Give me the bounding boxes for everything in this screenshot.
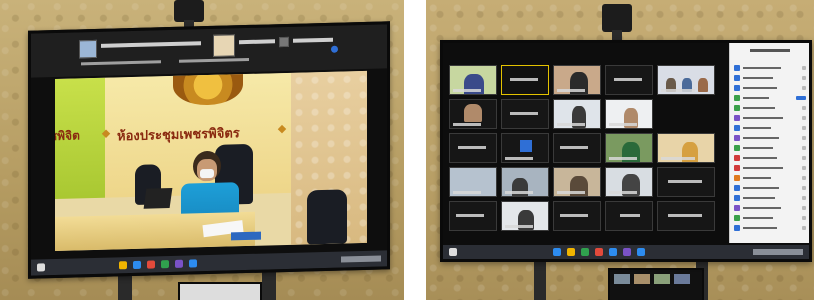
participant-tile[interactable]	[501, 167, 549, 197]
app-icon[interactable]	[567, 248, 575, 256]
participant-tile[interactable]	[553, 167, 601, 197]
participant-tile[interactable]	[501, 99, 549, 129]
laptop	[143, 187, 173, 209]
participant-thumbnail[interactable]	[279, 36, 289, 48]
participant-tile[interactable]	[553, 201, 601, 231]
name-label	[239, 39, 275, 45]
wall-text-partial: ชพิจิต	[55, 128, 80, 144]
app-icon[interactable]	[637, 248, 645, 256]
right-photo	[426, 0, 814, 300]
webcam	[602, 4, 632, 32]
system-tray	[341, 255, 381, 263]
monitor: ห้องประชุมเพชรพิจิตร ชพิจิต	[28, 21, 390, 279]
participant-thumbnail[interactable]	[213, 34, 235, 57]
participant-tile[interactable]	[449, 133, 497, 163]
participant-tile[interactable]	[605, 201, 653, 231]
app-icon[interactable]	[189, 259, 197, 268]
participant-tile[interactable]	[657, 133, 715, 163]
participant-tile[interactable]	[449, 99, 497, 129]
zoom-screen: ห้องประชุมเพชรพิจิตร ชพิจิต	[31, 24, 387, 276]
participant-tile[interactable]	[605, 167, 653, 197]
app-icon[interactable]	[553, 248, 561, 256]
settings-icon[interactable]	[331, 45, 338, 53]
participant-thumbnail[interactable]	[79, 39, 97, 59]
app-icon[interactable]	[175, 259, 183, 268]
participant-tile[interactable]	[657, 167, 715, 197]
app-icon[interactable]	[595, 248, 603, 256]
participant-tile[interactable]	[449, 167, 497, 197]
participant-tile[interactable]	[553, 133, 601, 163]
thumbnail-strip	[31, 24, 387, 78]
app-icon[interactable]	[147, 260, 155, 269]
participant-tile[interactable]	[657, 201, 715, 231]
name-label	[101, 41, 201, 48]
start-icon[interactable]	[37, 263, 45, 272]
participant-tile[interactable]	[449, 201, 497, 231]
avatar	[520, 140, 532, 152]
system-tray	[753, 249, 803, 255]
monitor-stand	[534, 262, 546, 300]
participant-tile[interactable]	[657, 65, 715, 95]
participant-tile[interactable]	[501, 133, 549, 163]
office-chair	[307, 189, 347, 245]
monitor-stand	[262, 268, 276, 300]
camera-mount	[612, 30, 622, 40]
taskbar	[443, 245, 809, 259]
face-mask	[200, 168, 214, 179]
room-sign: ห้องประชุมเพชรพิจิตร	[117, 126, 240, 145]
app-icon[interactable]	[161, 260, 169, 269]
participant-tile[interactable]	[501, 201, 549, 231]
webcam	[174, 0, 204, 22]
participant-tile[interactable]	[605, 133, 653, 163]
app-icon[interactable]	[133, 260, 141, 269]
app-icon[interactable]	[623, 248, 631, 256]
participants-panel	[729, 43, 809, 243]
participant-tile[interactable]	[605, 65, 653, 95]
participant-tile[interactable]	[449, 65, 497, 95]
monitor	[440, 40, 812, 262]
app-icon[interactable]	[119, 261, 127, 270]
app-icon[interactable]	[609, 248, 617, 256]
start-icon[interactable]	[449, 248, 457, 256]
secondary-monitor	[608, 268, 704, 300]
active-speaker-video: ห้องประชุมเพชรพิจิตร ชพิจิต	[55, 70, 367, 252]
panel-title	[750, 49, 790, 52]
name-label	[293, 37, 333, 43]
participant-tile[interactable]	[605, 99, 653, 129]
participant-tile[interactable]	[501, 65, 549, 95]
participant-tile[interactable]	[553, 65, 601, 95]
left-photo: ห้องประชุมเพชรพิจิตร ชพิจิต	[0, 0, 404, 300]
app-icon[interactable]	[581, 248, 589, 256]
secondary-monitor	[178, 282, 262, 300]
name-label	[179, 57, 249, 63]
participant-tile[interactable]	[553, 99, 601, 129]
name-label	[81, 60, 161, 66]
zoom-screen	[443, 43, 809, 259]
blue-folder	[231, 231, 261, 241]
gallery-view	[449, 65, 729, 245]
